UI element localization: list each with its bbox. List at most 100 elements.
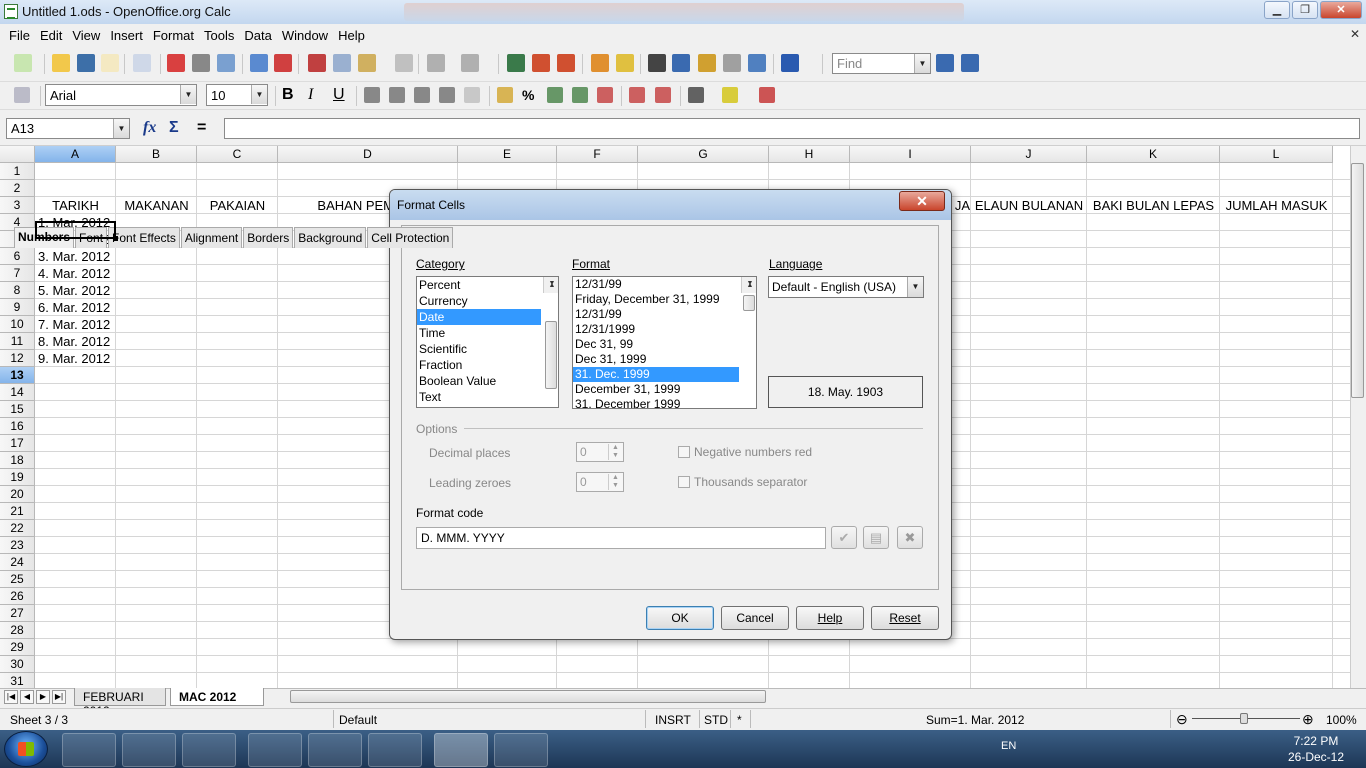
status-page-style[interactable]: Default bbox=[339, 713, 377, 727]
borders-icon[interactable] bbox=[688, 87, 704, 103]
row-header-17[interactable]: 17 bbox=[0, 435, 35, 452]
taskbar-firefox[interactable] bbox=[308, 733, 362, 767]
select-all-corner[interactable] bbox=[0, 146, 35, 163]
column-header-L[interactable]: L bbox=[1220, 146, 1333, 163]
add-format-button[interactable]: ✔ bbox=[831, 526, 857, 549]
tab-background[interactable]: Background bbox=[294, 227, 367, 248]
find-dropdown-icon[interactable]: ▼ bbox=[914, 54, 930, 73]
styles-icon[interactable] bbox=[14, 87, 30, 103]
row-header-14[interactable]: 14 bbox=[0, 384, 35, 401]
save-icon[interactable] bbox=[77, 54, 95, 72]
minimize-button[interactable]: ▁ bbox=[1264, 1, 1290, 19]
row-header-18[interactable]: 18 bbox=[0, 452, 35, 469]
category-item-percent[interactable]: Percent bbox=[417, 277, 541, 293]
tab-alignment[interactable]: Alignment bbox=[180, 227, 243, 248]
spellcheck-icon[interactable] bbox=[250, 54, 268, 72]
menu-format[interactable]: Format bbox=[148, 28, 199, 43]
menu-data[interactable]: Data bbox=[239, 28, 276, 43]
menu-edit[interactable]: Edit bbox=[35, 28, 67, 43]
date-cell[interactable]: 7. Mar. 2012 bbox=[38, 316, 116, 333]
zoom-slider-knob[interactable] bbox=[1240, 713, 1248, 724]
column-header-H[interactable]: H bbox=[769, 146, 850, 163]
help-button[interactable]: Help bbox=[796, 606, 864, 630]
column-header-E[interactable]: E bbox=[458, 146, 557, 163]
header-cell-C[interactable]: PAKAIAN bbox=[197, 197, 278, 214]
decrease-indent-icon[interactable] bbox=[629, 87, 645, 103]
leading-zeroes-spinner[interactable]: 0 ▲ ▼ bbox=[576, 472, 624, 492]
status-zoom[interactable]: 100% bbox=[1326, 713, 1357, 727]
font-size-dropdown-icon[interactable]: ▼ bbox=[251, 85, 267, 104]
category-item-scientific[interactable]: Scientific bbox=[417, 341, 541, 357]
negative-red-checkbox[interactable] bbox=[678, 446, 690, 458]
underline-button[interactable]: U bbox=[333, 86, 345, 104]
row-header-19[interactable]: 19 bbox=[0, 469, 35, 486]
scroll-down-icon[interactable]: ▼ bbox=[544, 277, 558, 291]
category-item-currency[interactable]: Currency bbox=[417, 293, 541, 309]
date-cell[interactable]: 5. Mar. 2012 bbox=[38, 282, 116, 299]
font-name-combo[interactable]: Arial ▼ bbox=[45, 84, 197, 106]
column-header-G[interactable]: G bbox=[638, 146, 769, 163]
header-cell-K[interactable]: BAKI BULAN LEPAS bbox=[1087, 197, 1220, 214]
print-icon[interactable] bbox=[192, 54, 210, 72]
sort-ascending-icon[interactable] bbox=[532, 54, 550, 72]
status-selection-mode[interactable]: STD bbox=[704, 713, 728, 727]
column-header-J[interactable]: J bbox=[971, 146, 1087, 163]
delete-format-button[interactable]: ✖ bbox=[897, 526, 923, 549]
format-scroll-thumb[interactable] bbox=[743, 295, 755, 311]
row-header-29[interactable]: 29 bbox=[0, 639, 35, 656]
align-left-icon[interactable] bbox=[364, 87, 380, 103]
menu-insert[interactable]: Insert bbox=[105, 28, 148, 43]
menu-tools[interactable]: Tools bbox=[199, 28, 239, 43]
bold-button[interactable]: B bbox=[282, 86, 294, 104]
language-dropdown-icon[interactable]: ▼ bbox=[907, 277, 923, 297]
standard-format-icon[interactable] bbox=[547, 87, 563, 103]
spinner-arrows-icon[interactable]: ▲ ▼ bbox=[608, 444, 622, 460]
row-header-23[interactable]: 23 bbox=[0, 537, 35, 554]
close-window-button[interactable]: ✕ bbox=[1320, 1, 1362, 19]
taskbar-file-explorer[interactable] bbox=[248, 733, 302, 767]
hyperlink-icon[interactable] bbox=[507, 54, 525, 72]
zoom-icon[interactable] bbox=[748, 54, 766, 72]
column-header-D[interactable]: D bbox=[278, 146, 458, 163]
find-input[interactable]: Find ▼ bbox=[832, 53, 931, 74]
sheet-tab-mac-2012[interactable]: MAC 2012 bbox=[170, 688, 264, 706]
thousands-separator-checkbox[interactable] bbox=[678, 476, 690, 488]
decimal-places-spinner[interactable]: 0 ▲ ▼ bbox=[576, 442, 624, 462]
data-sources-icon[interactable] bbox=[723, 54, 741, 72]
add-decimal-icon[interactable] bbox=[572, 87, 588, 103]
row-header-22[interactable]: 22 bbox=[0, 520, 35, 537]
column-header-I[interactable]: I bbox=[850, 146, 971, 163]
open-icon[interactable] bbox=[52, 54, 70, 72]
taskbar-explorer-libraries[interactable] bbox=[62, 733, 116, 767]
justify-icon[interactable] bbox=[439, 87, 455, 103]
function-wizard-icon[interactable]: fx bbox=[143, 119, 156, 137]
date-cell[interactable]: 8. Mar. 2012 bbox=[38, 333, 116, 350]
row-header-31[interactable]: 31 bbox=[0, 673, 35, 688]
row-header-21[interactable]: 21 bbox=[0, 503, 35, 520]
spinner-arrows-icon[interactable]: ▲ ▼ bbox=[608, 474, 622, 490]
status-insert-mode[interactable]: INSRT bbox=[655, 713, 691, 727]
formula-equals-icon[interactable]: = bbox=[197, 119, 206, 137]
first-sheet-button[interactable]: |◀ bbox=[4, 690, 18, 704]
reset-button[interactable]: Reset bbox=[871, 606, 939, 630]
format-item[interactable]: December 31, 1999 bbox=[573, 382, 739, 397]
row-header-10[interactable]: 10 bbox=[0, 316, 35, 333]
format-item[interactable]: 31. December 1999 bbox=[573, 397, 739, 408]
column-header-A[interactable]: A bbox=[35, 146, 116, 163]
paste-icon[interactable] bbox=[358, 54, 376, 72]
row-header-28[interactable]: 28 bbox=[0, 622, 35, 639]
header-cell-J[interactable]: ELAUN BULANAN bbox=[971, 197, 1087, 214]
cancel-button[interactable]: Cancel bbox=[721, 606, 789, 630]
horizontal-scroll-thumb[interactable] bbox=[290, 690, 766, 703]
category-item-boolean-value[interactable]: Boolean Value bbox=[417, 373, 541, 389]
taskbar-app[interactable] bbox=[494, 733, 548, 767]
taskbar-media-player[interactable] bbox=[182, 733, 236, 767]
category-item-fraction[interactable]: Fraction bbox=[417, 357, 541, 373]
sort-descending-icon[interactable] bbox=[557, 54, 575, 72]
sheet-tab-februari-2012[interactable]: FEBRUARI 2012 bbox=[74, 688, 166, 718]
align-right-icon[interactable] bbox=[414, 87, 430, 103]
export-pdf-icon[interactable] bbox=[167, 54, 185, 72]
row-header-13[interactable]: 13 bbox=[0, 367, 35, 384]
date-cell[interactable]: 3. Mar. 2012 bbox=[38, 248, 116, 265]
chart-icon[interactable] bbox=[591, 54, 609, 72]
